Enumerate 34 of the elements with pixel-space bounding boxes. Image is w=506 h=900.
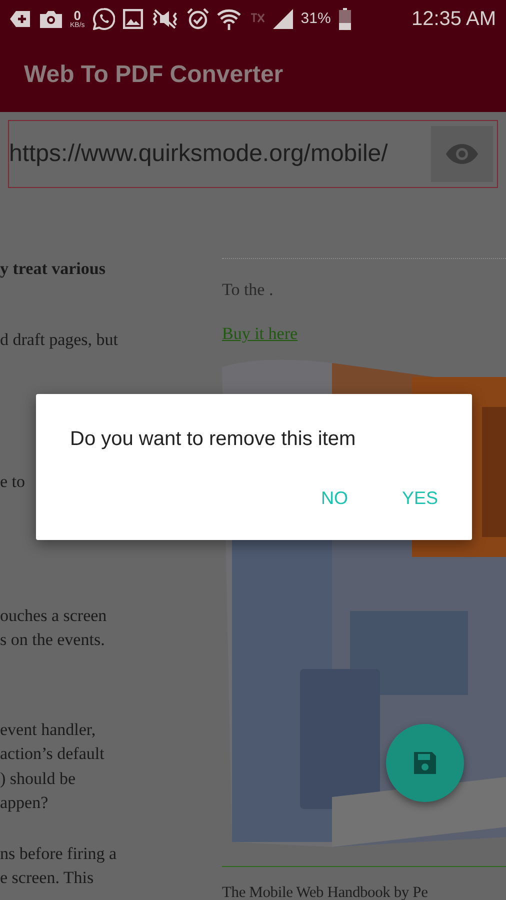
dialog-message: Do you want to remove this item <box>70 427 357 452</box>
body-text: s on the events. <box>0 629 106 651</box>
body-text: ) should be <box>0 768 77 790</box>
confirm-button[interactable]: YES <box>402 485 438 512</box>
signal-icon <box>272 9 293 29</box>
body-text: action’s default <box>0 743 106 765</box>
wifi-icon <box>216 8 241 30</box>
heading-text: y treat various <box>0 258 106 280</box>
battery-level: 31% <box>300 8 331 29</box>
battery-icon <box>338 8 351 30</box>
body-text: To the . <box>222 279 274 301</box>
chat-icon <box>92 8 115 30</box>
camera-icon <box>40 10 62 28</box>
mute-icon <box>150 9 179 29</box>
eye-icon <box>445 143 479 165</box>
body-text: ns before firing a <box>0 842 118 865</box>
image-icon <box>122 9 143 29</box>
save-icon <box>412 750 438 776</box>
body-text: ouches a screen <box>0 604 108 626</box>
body-text: appen? <box>0 792 50 814</box>
clock-time: 12:35 AM <box>411 7 496 32</box>
body-text: e to <box>0 471 26 493</box>
url-field[interactable]: https://www.quirksmode.org/mobile/ <box>8 120 498 188</box>
app-title: Web To PDF Converter <box>24 60 284 90</box>
body-text: d draft pages, but <box>0 328 120 351</box>
preview-button[interactable] <box>431 126 493 182</box>
body-text: e screen. This <box>0 867 95 889</box>
cancel-button[interactable]: NO <box>320 485 348 512</box>
notification-icon <box>10 9 32 29</box>
buy-link[interactable]: Buy it here <box>222 323 298 345</box>
book-caption: The Mobile Web Handbook by Pe <box>222 882 429 900</box>
alarm-icon <box>186 8 209 30</box>
network-speed: 0 <box>74 9 82 22</box>
body-text: event handler, <box>0 718 97 740</box>
